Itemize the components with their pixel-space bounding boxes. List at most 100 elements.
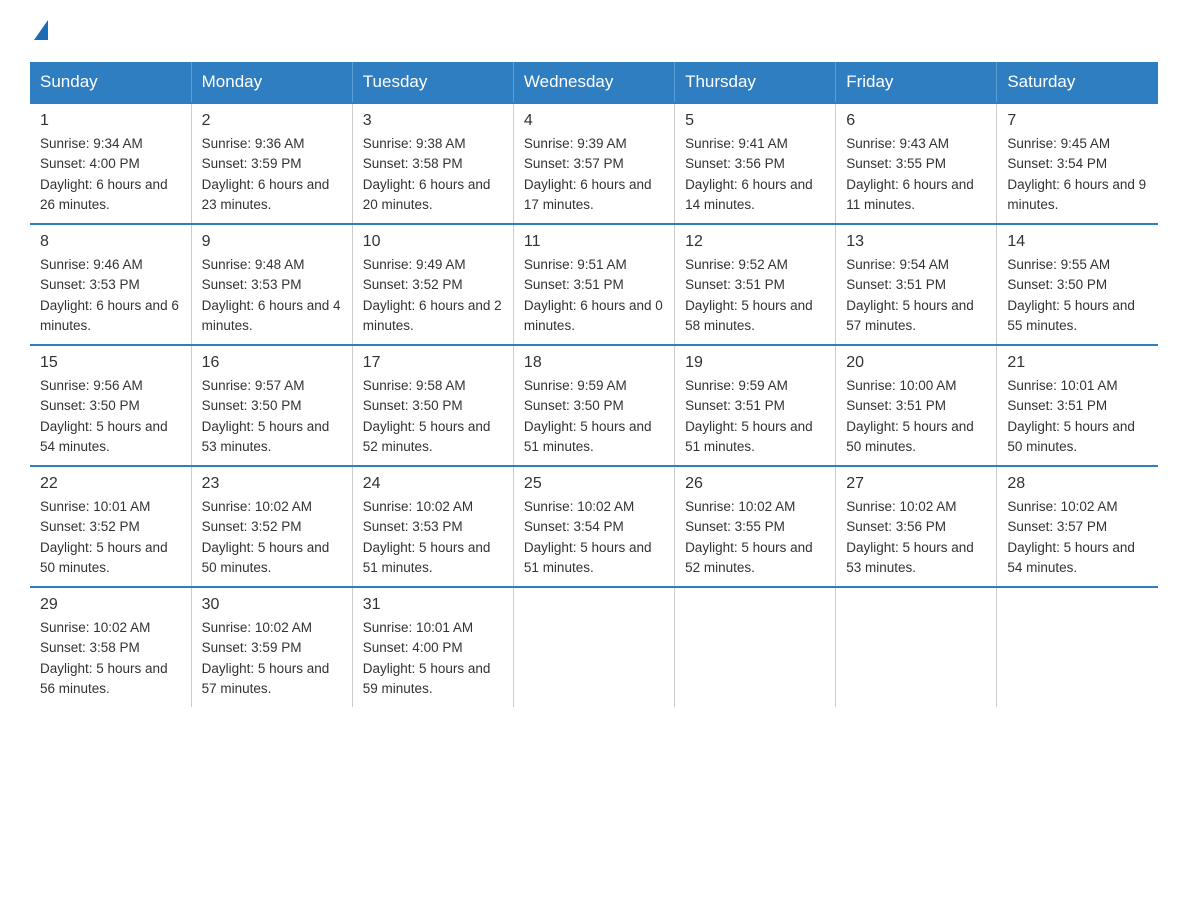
day-number: 13: [846, 233, 986, 251]
calendar-cell: 30 Sunrise: 10:02 AMSunset: 3:59 PMDayli…: [191, 587, 352, 707]
day-number: 17: [363, 354, 503, 372]
day-info: Sunrise: 9:55 AMSunset: 3:50 PMDaylight:…: [1007, 257, 1135, 333]
calendar-cell: 7 Sunrise: 9:45 AMSunset: 3:54 PMDayligh…: [997, 103, 1158, 224]
day-number: 28: [1007, 475, 1148, 493]
day-info: Sunrise: 9:43 AMSunset: 3:55 PMDaylight:…: [846, 136, 974, 212]
day-info: Sunrise: 10:02 AMSunset: 3:54 PMDaylight…: [524, 499, 652, 575]
calendar-cell: 14 Sunrise: 9:55 AMSunset: 3:50 PMDaylig…: [997, 224, 1158, 345]
calendar-cell: 4 Sunrise: 9:39 AMSunset: 3:57 PMDayligh…: [513, 103, 674, 224]
day-info: Sunrise: 10:02 AMSunset: 3:56 PMDaylight…: [846, 499, 974, 575]
calendar-cell: 25 Sunrise: 10:02 AMSunset: 3:54 PMDayli…: [513, 466, 674, 587]
day-number: 16: [202, 354, 342, 372]
calendar-cell: 13 Sunrise: 9:54 AMSunset: 3:51 PMDaylig…: [836, 224, 997, 345]
calendar-cell: 2 Sunrise: 9:36 AMSunset: 3:59 PMDayligh…: [191, 103, 352, 224]
day-info: Sunrise: 10:01 AMSunset: 3:51 PMDaylight…: [1007, 378, 1135, 454]
calendar-cell: 3 Sunrise: 9:38 AMSunset: 3:58 PMDayligh…: [352, 103, 513, 224]
weekday-header-monday: Monday: [191, 62, 352, 103]
calendar-cell: 10 Sunrise: 9:49 AMSunset: 3:52 PMDaylig…: [352, 224, 513, 345]
day-number: 19: [685, 354, 825, 372]
calendar-week-row: 1 Sunrise: 9:34 AMSunset: 4:00 PMDayligh…: [30, 103, 1158, 224]
day-number: 1: [40, 112, 181, 130]
day-info: Sunrise: 9:49 AMSunset: 3:52 PMDaylight:…: [363, 257, 502, 333]
calendar-cell: 5 Sunrise: 9:41 AMSunset: 3:56 PMDayligh…: [675, 103, 836, 224]
day-number: 2: [202, 112, 342, 130]
day-number: 8: [40, 233, 181, 251]
day-info: Sunrise: 10:02 AMSunset: 3:55 PMDaylight…: [685, 499, 813, 575]
day-info: Sunrise: 10:00 AMSunset: 3:51 PMDaylight…: [846, 378, 974, 454]
day-info: Sunrise: 9:51 AMSunset: 3:51 PMDaylight:…: [524, 257, 663, 333]
day-number: 21: [1007, 354, 1148, 372]
day-number: 31: [363, 596, 503, 614]
day-number: 20: [846, 354, 986, 372]
calendar-cell: 17 Sunrise: 9:58 AMSunset: 3:50 PMDaylig…: [352, 345, 513, 466]
calendar-cell: [675, 587, 836, 707]
day-info: Sunrise: 9:41 AMSunset: 3:56 PMDaylight:…: [685, 136, 813, 212]
calendar-cell: 29 Sunrise: 10:02 AMSunset: 3:58 PMDayli…: [30, 587, 191, 707]
day-info: Sunrise: 9:52 AMSunset: 3:51 PMDaylight:…: [685, 257, 813, 333]
day-number: 9: [202, 233, 342, 251]
day-info: Sunrise: 10:01 AMSunset: 3:52 PMDaylight…: [40, 499, 168, 575]
day-number: 7: [1007, 112, 1148, 130]
calendar-cell: 11 Sunrise: 9:51 AMSunset: 3:51 PMDaylig…: [513, 224, 674, 345]
day-info: Sunrise: 9:54 AMSunset: 3:51 PMDaylight:…: [846, 257, 974, 333]
calendar-cell: 24 Sunrise: 10:02 AMSunset: 3:53 PMDayli…: [352, 466, 513, 587]
day-info: Sunrise: 9:38 AMSunset: 3:58 PMDaylight:…: [363, 136, 491, 212]
day-info: Sunrise: 10:02 AMSunset: 3:58 PMDaylight…: [40, 620, 168, 696]
day-info: Sunrise: 9:59 AMSunset: 3:51 PMDaylight:…: [685, 378, 813, 454]
day-info: Sunrise: 9:59 AMSunset: 3:50 PMDaylight:…: [524, 378, 652, 454]
calendar-cell: 6 Sunrise: 9:43 AMSunset: 3:55 PMDayligh…: [836, 103, 997, 224]
calendar-cell: 15 Sunrise: 9:56 AMSunset: 3:50 PMDaylig…: [30, 345, 191, 466]
day-info: Sunrise: 10:02 AMSunset: 3:59 PMDaylight…: [202, 620, 330, 696]
calendar-cell: 8 Sunrise: 9:46 AMSunset: 3:53 PMDayligh…: [30, 224, 191, 345]
calendar-cell: 1 Sunrise: 9:34 AMSunset: 4:00 PMDayligh…: [30, 103, 191, 224]
day-info: Sunrise: 9:56 AMSunset: 3:50 PMDaylight:…: [40, 378, 168, 454]
day-number: 26: [685, 475, 825, 493]
calendar-cell: 9 Sunrise: 9:48 AMSunset: 3:53 PMDayligh…: [191, 224, 352, 345]
weekday-header-saturday: Saturday: [997, 62, 1158, 103]
day-number: 14: [1007, 233, 1148, 251]
day-number: 5: [685, 112, 825, 130]
calendar-cell: 19 Sunrise: 9:59 AMSunset: 3:51 PMDaylig…: [675, 345, 836, 466]
logo-triangle-icon: [34, 20, 48, 40]
day-info: Sunrise: 9:39 AMSunset: 3:57 PMDaylight:…: [524, 136, 652, 212]
day-info: Sunrise: 9:46 AMSunset: 3:53 PMDaylight:…: [40, 257, 179, 333]
calendar-week-row: 29 Sunrise: 10:02 AMSunset: 3:58 PMDayli…: [30, 587, 1158, 707]
day-info: Sunrise: 9:36 AMSunset: 3:59 PMDaylight:…: [202, 136, 330, 212]
day-number: 22: [40, 475, 181, 493]
day-info: Sunrise: 10:02 AMSunset: 3:52 PMDaylight…: [202, 499, 330, 575]
calendar-week-row: 8 Sunrise: 9:46 AMSunset: 3:53 PMDayligh…: [30, 224, 1158, 345]
calendar-cell: 31 Sunrise: 10:01 AMSunset: 4:00 PMDayli…: [352, 587, 513, 707]
day-info: Sunrise: 10:02 AMSunset: 3:53 PMDaylight…: [363, 499, 491, 575]
day-info: Sunrise: 9:58 AMSunset: 3:50 PMDaylight:…: [363, 378, 491, 454]
calendar-cell: 20 Sunrise: 10:00 AMSunset: 3:51 PMDayli…: [836, 345, 997, 466]
day-number: 6: [846, 112, 986, 130]
calendar-cell: 27 Sunrise: 10:02 AMSunset: 3:56 PMDayli…: [836, 466, 997, 587]
day-number: 12: [685, 233, 825, 251]
calendar-cell: 16 Sunrise: 9:57 AMSunset: 3:50 PMDaylig…: [191, 345, 352, 466]
day-info: Sunrise: 9:57 AMSunset: 3:50 PMDaylight:…: [202, 378, 330, 454]
day-info: Sunrise: 9:34 AMSunset: 4:00 PMDaylight:…: [40, 136, 168, 212]
weekday-header-sunday: Sunday: [30, 62, 191, 103]
day-number: 30: [202, 596, 342, 614]
day-info: Sunrise: 10:01 AMSunset: 4:00 PMDaylight…: [363, 620, 491, 696]
weekday-header-wednesday: Wednesday: [513, 62, 674, 103]
day-number: 4: [524, 112, 664, 130]
calendar-cell: [513, 587, 674, 707]
calendar-week-row: 22 Sunrise: 10:01 AMSunset: 3:52 PMDayli…: [30, 466, 1158, 587]
calendar-cell: 28 Sunrise: 10:02 AMSunset: 3:57 PMDayli…: [997, 466, 1158, 587]
calendar-cell: [836, 587, 997, 707]
calendar-table: SundayMondayTuesdayWednesdayThursdayFrid…: [30, 62, 1158, 707]
day-number: 23: [202, 475, 342, 493]
calendar-cell: [997, 587, 1158, 707]
day-number: 15: [40, 354, 181, 372]
day-number: 3: [363, 112, 503, 130]
weekday-header-row: SundayMondayTuesdayWednesdayThursdayFrid…: [30, 62, 1158, 103]
calendar-week-row: 15 Sunrise: 9:56 AMSunset: 3:50 PMDaylig…: [30, 345, 1158, 466]
page-header: [30, 20, 1158, 42]
calendar-cell: 18 Sunrise: 9:59 AMSunset: 3:50 PMDaylig…: [513, 345, 674, 466]
day-info: Sunrise: 10:02 AMSunset: 3:57 PMDaylight…: [1007, 499, 1135, 575]
day-number: 10: [363, 233, 503, 251]
logo: [30, 20, 50, 42]
day-number: 27: [846, 475, 986, 493]
day-number: 29: [40, 596, 181, 614]
